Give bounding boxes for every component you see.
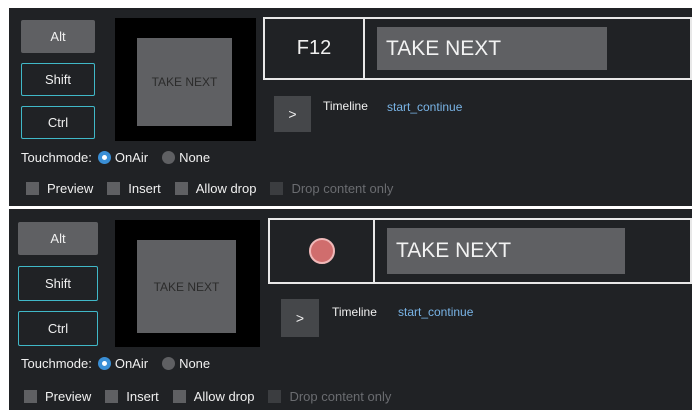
alt-modifier-button[interactable]: Alt bbox=[21, 20, 95, 53]
button-config-panel: Alt Shift Ctrl TAKE NEXT F12 TAKE NEXT >… bbox=[9, 8, 692, 206]
checkbox-label: Drop content only bbox=[291, 181, 394, 196]
ctrl-modifier-button[interactable]: Ctrl bbox=[21, 106, 95, 139]
button-text-field[interactable]: TAKE NEXT bbox=[387, 228, 625, 274]
onair-radio[interactable] bbox=[97, 357, 111, 370]
checkbox-label: Insert bbox=[126, 389, 159, 404]
options-row: Preview Insert Allow drop Drop content o… bbox=[24, 389, 405, 404]
shortcut-key-label[interactable]: F12 bbox=[265, 19, 365, 78]
alt-modifier-button[interactable]: Alt bbox=[18, 222, 98, 255]
checkbox-label: Insert bbox=[128, 181, 161, 196]
record-dot-icon bbox=[308, 238, 335, 264]
button-text-field[interactable]: TAKE NEXT bbox=[377, 27, 607, 70]
checkbox-label: Allow drop bbox=[193, 389, 255, 404]
allow-drop-checkbox[interactable]: Allow drop bbox=[174, 181, 257, 196]
key-assignment-box: TAKE NEXT bbox=[268, 218, 692, 284]
thumbnail-label: TAKE NEXT bbox=[137, 38, 232, 126]
none-radio-label[interactable]: None bbox=[179, 356, 210, 371]
button-config-panel: Alt Shift Ctrl TAKE NEXT TAKE NEXT > Tim… bbox=[9, 209, 692, 410]
checkbox-box[interactable] bbox=[107, 182, 121, 195]
key-assignment-box: F12 TAKE NEXT bbox=[263, 17, 692, 80]
button-thumbnail[interactable]: TAKE NEXT bbox=[115, 18, 256, 141]
ctrl-modifier-button[interactable]: Ctrl bbox=[18, 311, 98, 346]
checkbox-label: Allow drop bbox=[195, 181, 257, 196]
timeline-label: Timeline bbox=[332, 305, 377, 319]
preview-checkbox[interactable]: Preview bbox=[26, 181, 93, 196]
onair-radio[interactable] bbox=[97, 151, 111, 164]
timeline-label: Timeline bbox=[323, 99, 368, 113]
touchmode-label: Touchmode: bbox=[21, 356, 92, 371]
button-thumbnail[interactable]: TAKE NEXT bbox=[115, 220, 260, 347]
checkbox-box[interactable] bbox=[105, 390, 119, 403]
timeline-value-link[interactable]: start_continue bbox=[387, 100, 462, 114]
shift-modifier-button[interactable]: Shift bbox=[21, 63, 95, 96]
shift-modifier-button[interactable]: Shift bbox=[18, 266, 98, 301]
preview-checkbox[interactable]: Preview bbox=[24, 389, 91, 404]
onair-radio-label[interactable]: OnAir bbox=[115, 356, 148, 371]
drop-content-only-checkbox: Drop content only bbox=[270, 181, 393, 196]
onair-radio-label[interactable]: OnAir bbox=[115, 150, 148, 165]
checkbox-box bbox=[268, 390, 282, 403]
allow-drop-checkbox[interactable]: Allow drop bbox=[172, 389, 255, 404]
options-row: Preview Insert Allow drop Drop content o… bbox=[26, 181, 407, 196]
touchmode-row: Touchmode: OnAir None bbox=[21, 150, 210, 165]
checkbox-box[interactable] bbox=[24, 390, 37, 403]
insert-checkbox[interactable]: Insert bbox=[107, 181, 161, 196]
thumbnail-label: TAKE NEXT bbox=[137, 240, 236, 333]
touchmode-label: Touchmode: bbox=[21, 150, 92, 165]
none-radio-label[interactable]: None bbox=[179, 150, 210, 165]
checkbox-box[interactable] bbox=[174, 182, 188, 195]
checkbox-box bbox=[270, 182, 284, 195]
insert-checkbox[interactable]: Insert bbox=[105, 389, 159, 404]
checkbox-box[interactable] bbox=[26, 182, 39, 195]
touchmode-row: Touchmode: OnAir None bbox=[21, 356, 210, 371]
timeline-value-link[interactable]: start_continue bbox=[398, 305, 473, 319]
checkbox-label: Preview bbox=[45, 389, 92, 404]
checkbox-box[interactable] bbox=[172, 390, 186, 403]
none-radio[interactable] bbox=[162, 151, 176, 164]
shortcut-key-cell[interactable] bbox=[270, 220, 375, 282]
checkbox-label: Preview bbox=[47, 181, 94, 196]
none-radio[interactable] bbox=[162, 357, 176, 370]
go-button[interactable]: > bbox=[281, 299, 319, 337]
drop-content-only-checkbox: Drop content only bbox=[268, 389, 391, 404]
checkbox-label: Drop content only bbox=[289, 389, 392, 404]
go-button[interactable]: > bbox=[274, 96, 311, 132]
